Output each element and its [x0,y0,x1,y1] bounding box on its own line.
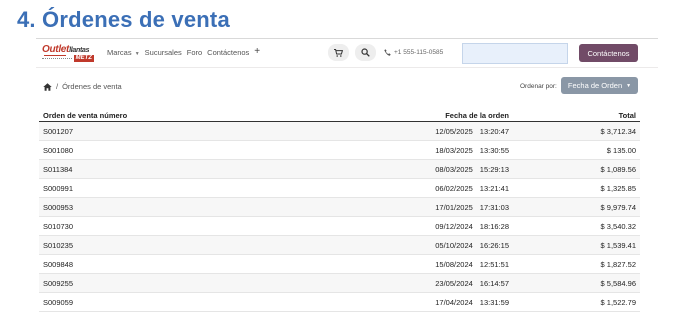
order-number: S010730 [43,221,74,231]
breadcrumb: / Órdenes de venta [43,82,122,91]
order-date: 23/05/2024 16:14:57 [435,278,509,288]
order-date: 12/05/2025 13:20:47 [435,126,509,136]
nav-item-marcas[interactable]: Marcas ▼ [107,48,140,57]
chevron-down-icon: ▼ [626,82,632,89]
contact-button[interactable]: Contáctenos [579,44,638,62]
table-row[interactable]: S009255 23/05/2024 16:14:57 $ 5,584.96 [39,274,640,293]
table-body: S001207 12/05/2025 13:20:47 $ 3,712.34 S0… [39,122,640,312]
order-total: $ 1,325.85 [600,183,636,193]
nav-item-foro[interactable]: Foro [187,48,202,57]
table-row[interactable]: S000953 17/01/2025 17:31:03 $ 9,979.74 [39,198,640,217]
order-number: S009255 [43,278,74,288]
col-header-total: Total [618,110,636,120]
table-row[interactable]: S010730 09/12/2024 18:16:28 $ 3,540.32 [39,217,640,236]
order-number: S009059 [43,297,74,307]
order-date: 08/03/2025 15:29:13 [435,164,509,174]
table-header: Orden de venta número Fecha de la orden … [39,109,640,122]
table-row[interactable]: S011384 08/03/2025 15:29:13 $ 1,089.56 [39,160,640,179]
col-header-date: Fecha de la orden [445,110,509,120]
order-number: S010235 [43,240,74,250]
order-total: $ 135.00 [606,145,636,155]
phone-link[interactable]: +1 555-115-0585 [384,49,443,56]
document-heading: 4. Órdenes de venta [17,7,230,32]
order-number: S011384 [43,164,73,174]
nav-item-contactenos[interactable]: Contáctenos [207,48,249,57]
order-total: $ 1,089.56 [600,164,636,174]
order-date: 06/02/2025 13:21:41 [435,183,509,193]
sales-orders-table: Orden de venta número Fecha de la orden … [39,109,640,312]
order-date: 17/01/2025 17:31:03 [435,202,509,212]
table-row[interactable]: S009059 17/04/2024 13:31:59 $ 1,522.79 [39,293,640,312]
phone-icon [384,49,391,56]
plus-icon[interactable]: + [254,47,260,57]
nav-menu: Marcas ▼ Sucursales Foro Contáctenos + [107,47,260,58]
table-row[interactable]: S000991 06/02/2025 13:21:41 $ 1,325.85 [39,179,640,198]
cart-icon [334,48,343,57]
order-total: $ 3,540.32 [600,221,636,231]
order-date: 09/12/2024 18:16:28 [435,221,509,231]
chevron-down-icon: ▼ [134,51,140,57]
logo-text: Outletllantas [42,44,90,55]
cart-button[interactable] [328,44,349,61]
order-date: 15/08/2024 12:51:51 [435,259,509,269]
order-by-dropdown[interactable]: Fecha de Orden ▼ [561,77,638,94]
order-date: 18/03/2025 13:30:55 [435,145,509,155]
site-logo[interactable]: Outletllantas METZ [42,44,94,63]
order-total: $ 1,539.41 [600,240,636,250]
order-number: S001080 [43,145,74,155]
table-row[interactable]: S001080 18/03/2025 13:30:55 $ 135.00 [39,141,640,160]
order-number: S009848 [43,259,74,269]
search-input[interactable] [462,43,568,64]
table-row[interactable]: S009848 15/08/2024 12:51:51 $ 1,827.52 [39,255,640,274]
order-date: 05/10/2024 16:26:15 [435,240,509,250]
order-number: S000991 [43,183,74,193]
browser-page: Outletllantas METZ Marcas ▼ Sucursales F… [36,38,658,328]
col-header-order: Orden de venta número [43,110,128,120]
breadcrumb-separator: / [56,82,59,91]
order-total: $ 5,584.96 [600,278,636,288]
order-total: $ 3,712.34 [600,126,636,136]
order-total: $ 1,522.79 [600,297,636,307]
order-date: 17/04/2024 13:31:59 [435,297,509,307]
order-number: S000953 [43,202,74,212]
home-icon[interactable] [43,82,52,91]
order-by-label: Ordenar por: [520,83,557,90]
order-total: $ 9,979.74 [600,202,636,212]
order-number: S001207 [43,126,74,136]
navbar: Outletllantas METZ Marcas ▼ Sucursales F… [36,39,658,68]
nav-item-sucursales[interactable]: Sucursales [145,48,182,57]
breadcrumb-current: Órdenes de venta [62,82,122,91]
order-total: $ 1,827.52 [600,259,636,269]
search-icon [361,48,370,57]
table-row[interactable]: S010235 05/10/2024 16:26:15 $ 1,539.41 [39,236,640,255]
table-row[interactable]: S001207 12/05/2025 13:20:47 $ 3,712.34 [39,122,640,141]
logo-metz: METZ [73,55,94,62]
search-button[interactable] [355,44,376,61]
